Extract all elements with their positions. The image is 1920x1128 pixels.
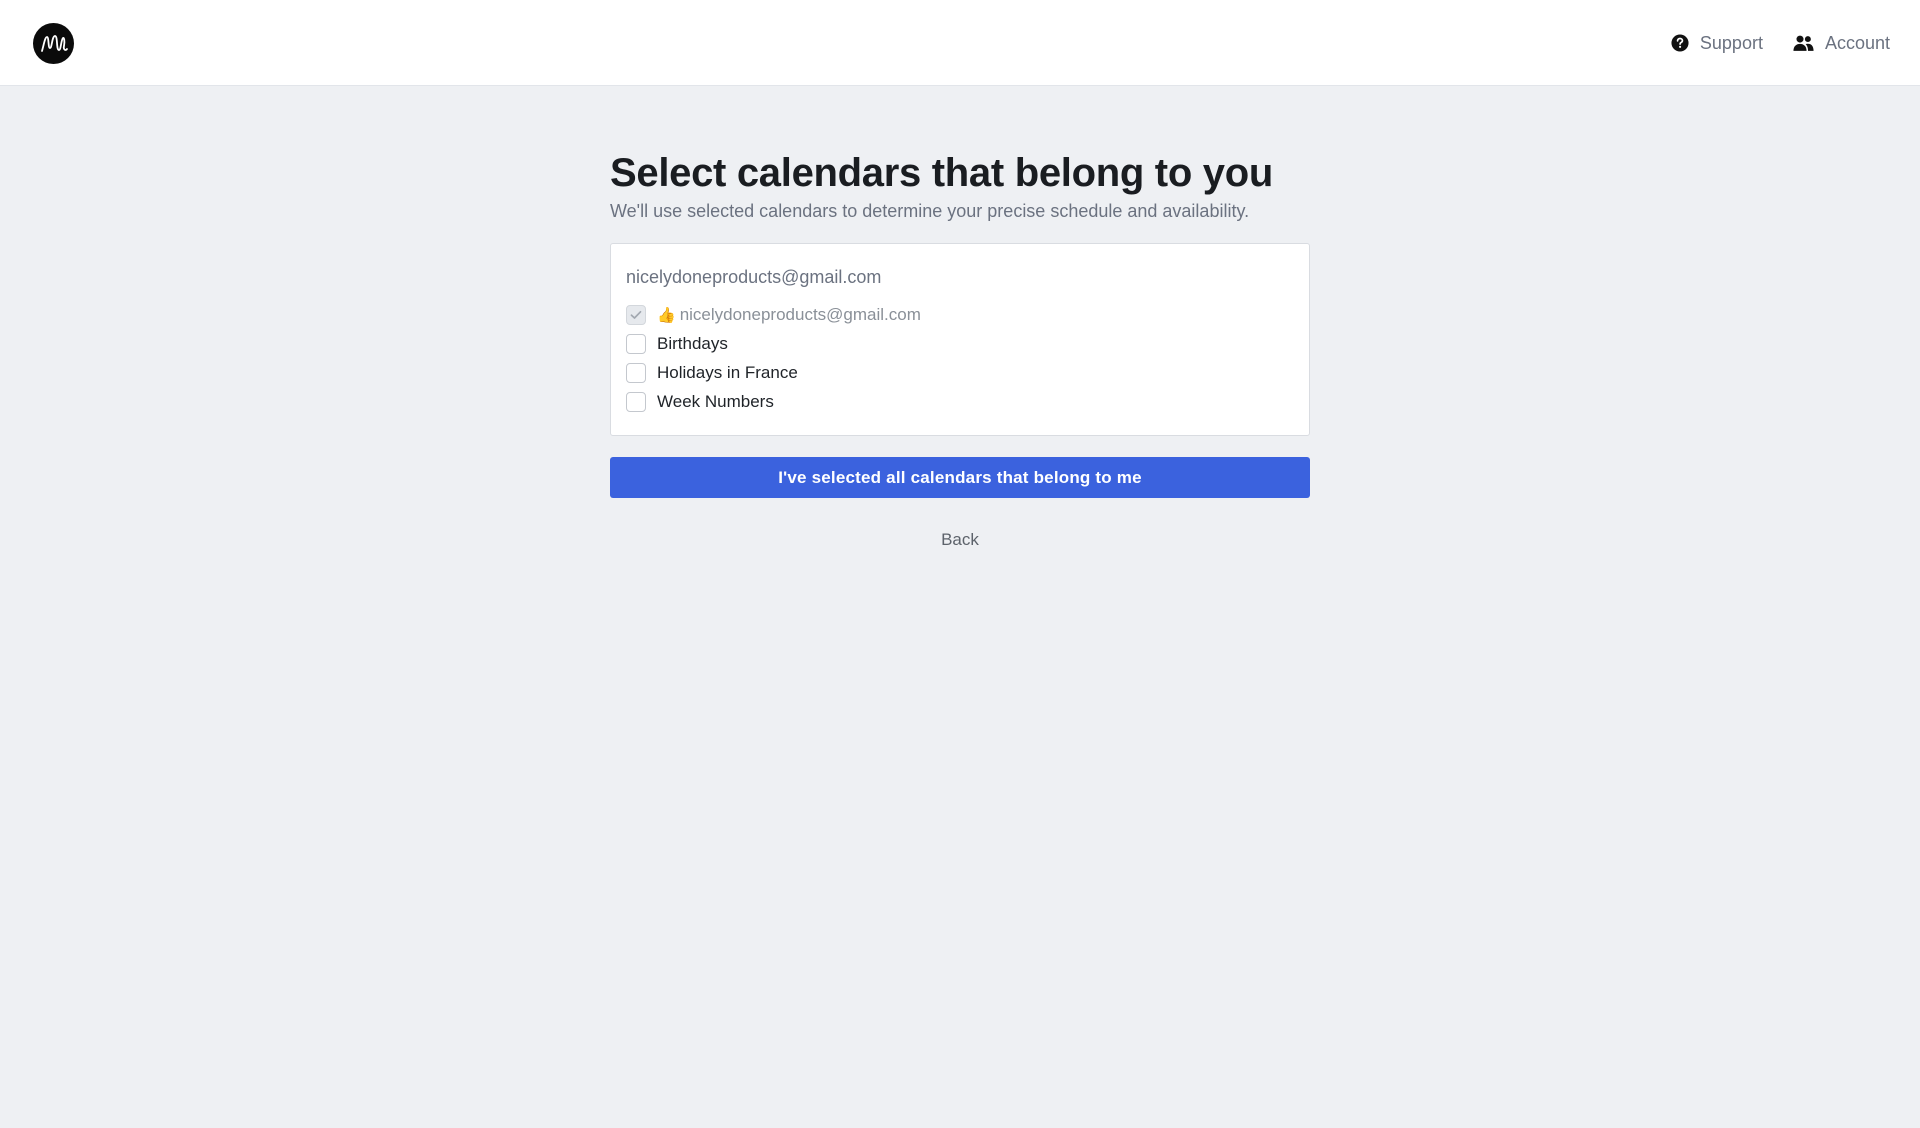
support-label: Support	[1699, 32, 1763, 53]
calendar-checkbox-week-numbers[interactable]	[626, 391, 646, 412]
account-link[interactable]: Account	[1793, 33, 1890, 54]
calendar-account-card: nicelydoneproducts@gmail.com 👍 nicelydon…	[610, 243, 1310, 436]
calendar-item-birthdays[interactable]: Birthdays	[626, 329, 1294, 358]
top-navigation-bar: Support Account	[0, 0, 1920, 86]
calendar-label: Week Numbers	[657, 391, 774, 411]
calendar-label: Birthdays	[657, 333, 728, 353]
calendar-item-holidays-france[interactable]: Holidays in France	[626, 358, 1294, 387]
calendar-checkbox-primary	[626, 304, 646, 325]
users-icon	[1793, 35, 1814, 51]
calendar-label: Holidays in France	[657, 362, 798, 382]
logo-icon[interactable]	[33, 23, 74, 64]
account-email: nicelydoneproducts@gmail.com	[626, 267, 882, 287]
question-circle-icon	[1671, 34, 1689, 52]
confirm-calendars-button[interactable]: I've selected all calendars that belong …	[610, 457, 1310, 498]
page-subtitle: We'll use selected calendars to determin…	[610, 201, 1250, 221]
back-link[interactable]: Back	[610, 530, 1310, 550]
support-link[interactable]: Support	[1671, 33, 1763, 54]
calendar-checkbox-birthdays[interactable]	[626, 333, 646, 354]
calendar-checkbox-holidays-france[interactable]	[626, 362, 646, 383]
checkmark-icon	[630, 310, 642, 319]
calendar-label: nicelydoneproducts@gmail.com	[679, 304, 921, 324]
header-nav: Support Account	[1671, 0, 1890, 86]
calendar-selection-panel: Select calendars that belong to you We'l…	[610, 150, 1310, 550]
thumbs-up-icon: 👍	[657, 306, 676, 324]
calendar-item-primary: 👍 nicelydoneproducts@gmail.com	[626, 300, 1294, 329]
calendar-item-week-numbers[interactable]: Week Numbers	[626, 387, 1294, 416]
account-label: Account	[1824, 32, 1890, 53]
scribble-m-logo-icon	[40, 34, 68, 52]
page-title: Select calendars that belong to you	[610, 151, 1273, 195]
